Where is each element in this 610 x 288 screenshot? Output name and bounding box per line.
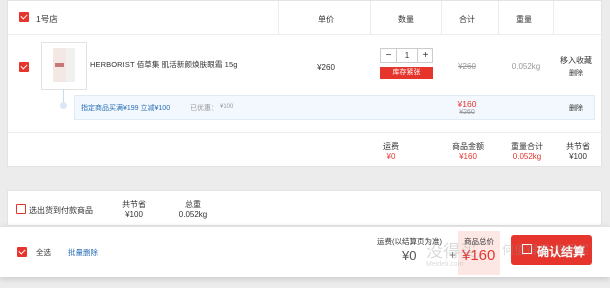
item-total-old: ¥260	[458, 62, 476, 71]
qty-plus-button[interactable]: +	[418, 50, 433, 62]
item-weight: 0.052kg	[511, 62, 541, 71]
batch-delete-link[interactable]: 批量删除	[68, 247, 98, 258]
summary-freight-value: ¥0	[386, 152, 396, 161]
quantity-stepper: − 1 +	[380, 48, 433, 63]
col-qty-header: 数量	[398, 15, 414, 24]
summary-weight-label: 重量合计	[511, 142, 543, 151]
col-total-header: 合计	[459, 15, 475, 24]
promo-text[interactable]: 指定商品买满¥199 立减¥100	[81, 103, 170, 113]
product-name[interactable]: HERBORIST 佰草集 肌活新颜焕肤眼霜 15g	[90, 59, 237, 70]
summary-weight-value: 0.052kg	[512, 152, 542, 161]
cod-label[interactable]: 选出货到付款商品	[29, 205, 93, 216]
product-image[interactable]	[41, 42, 87, 90]
store-card: 1号店 单价 数量 合计 重量 HERBORIST 佰草集 肌活新颜焕肤眼霜 1…	[7, 0, 602, 167]
promo-dot-icon	[60, 102, 67, 109]
watermark-logo: 没得买 何值得买 值得买 Meideli.com	[426, 242, 590, 268]
cod-checkbox[interactable]	[16, 204, 26, 214]
qty-minus-button[interactable]: −	[381, 50, 396, 62]
item-checkbox[interactable]	[19, 62, 29, 72]
summary-saved-value: ¥100	[569, 152, 587, 161]
qty-input[interactable]: 1	[397, 51, 417, 60]
cod-saved-label: 共节省	[122, 200, 146, 209]
cod-bar: 选出货到付款商品 共节省 ¥100 总重 0.052kg	[7, 190, 602, 226]
footer-freight-value: ¥0	[402, 248, 417, 263]
summary-amount-label: 商品金额	[452, 142, 484, 151]
select-all-label[interactable]: 全选	[36, 247, 51, 258]
select-all-checkbox[interactable]	[17, 247, 27, 257]
promo-delete-link[interactable]: 删除	[560, 103, 592, 113]
store-checkbox[interactable]	[19, 12, 29, 22]
store-name: 1号店	[36, 14, 58, 24]
summary-saved-label: 共节省	[566, 142, 590, 151]
cod-saved-value: ¥100	[125, 210, 143, 219]
item-delete-link[interactable]: 删除	[556, 68, 596, 78]
col-weight-header: 重量	[516, 15, 532, 24]
cod-weight-label: 总重	[185, 200, 201, 209]
move-to-favorites-link[interactable]: 移入收藏	[556, 55, 596, 66]
promo-total-old: ¥260	[459, 109, 475, 116]
col-price-header: 单价	[318, 15, 334, 24]
stock-tag: 库存紧张	[380, 67, 433, 79]
promo-discount-value: ¥100	[220, 104, 234, 110]
summary-freight-label: 运费	[383, 142, 399, 151]
promo-total-new: ¥160	[457, 99, 477, 109]
item-price: ¥260	[317, 63, 335, 72]
promo-discount-label: 已优惠：	[190, 105, 218, 112]
cod-weight-value: 0.052kg	[178, 210, 208, 219]
summary-amount-value: ¥160	[459, 152, 477, 161]
